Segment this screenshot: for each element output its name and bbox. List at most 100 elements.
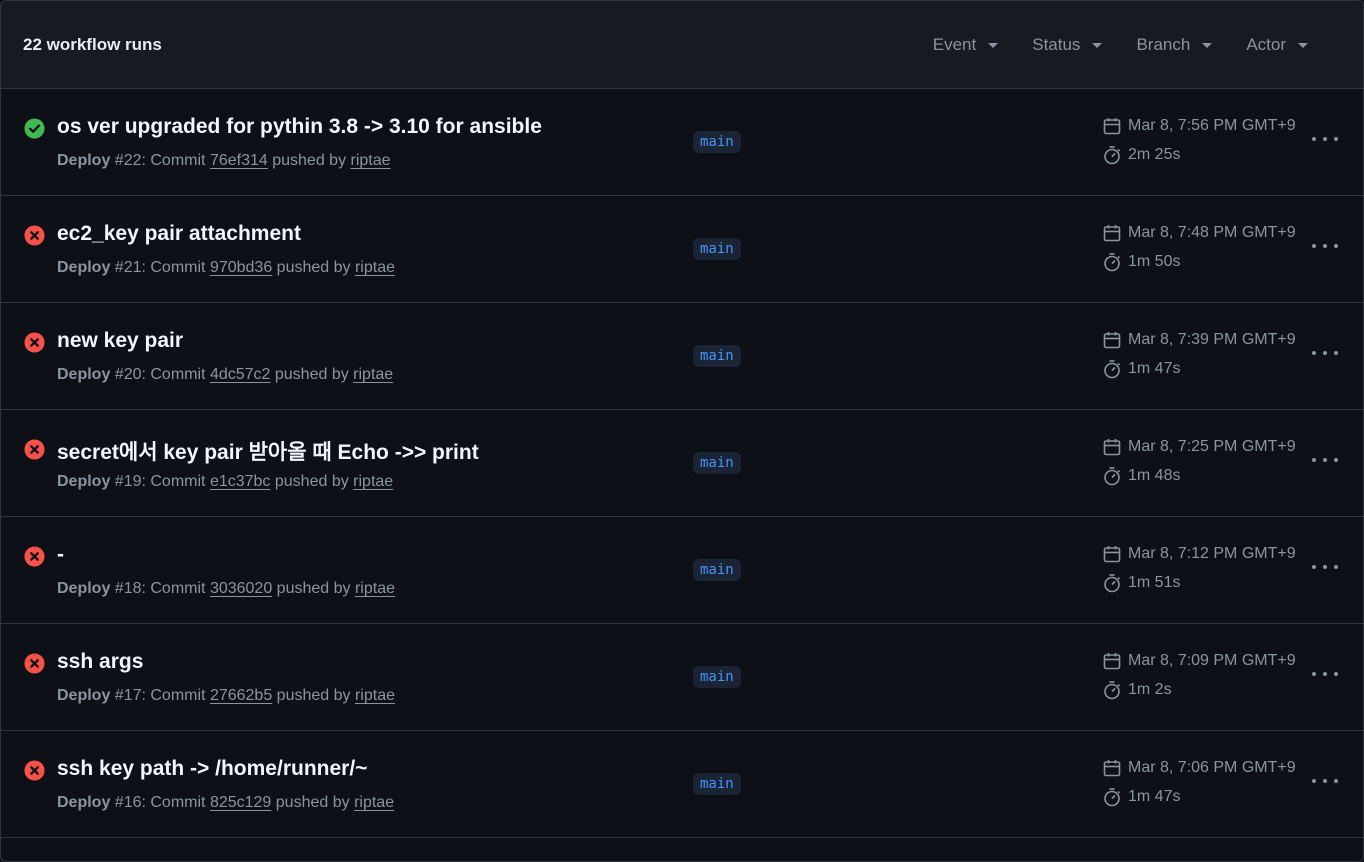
pushed-by-label: pushed by <box>267 152 351 169</box>
more-options-button[interactable] <box>1312 774 1338 788</box>
kebab-dot <box>1323 672 1327 676</box>
actor-link[interactable]: riptae <box>353 366 393 383</box>
filter-branch[interactable]: Branch <box>1119 35 1229 55</box>
run-date-text: Mar 8, 7:56 PM GMT+9 <box>1128 116 1296 134</box>
run-title[interactable]: ec2_key pair attachment <box>57 222 301 246</box>
filter-event[interactable]: Event <box>916 35 1015 55</box>
run-number-label: #20: Commit <box>110 366 210 383</box>
commit-link[interactable]: 76ef314 <box>210 152 268 169</box>
commit-link[interactable]: 970bd36 <box>210 259 272 276</box>
workflow-run-row[interactable]: secret에서 key pair 받아올 때 Echo ->> print D… <box>1 410 1363 517</box>
commit-link[interactable]: 27662b5 <box>210 687 272 704</box>
branch-badge[interactable]: main <box>693 559 741 581</box>
run-number-label: #17: Commit <box>110 687 210 704</box>
run-timing: Mar 8, 7:09 PM GMT+9 1m 2s <box>1102 646 1296 704</box>
run-duration: 1m 48s <box>1102 461 1296 490</box>
run-title[interactable]: - <box>57 543 64 567</box>
workflow-run-row[interactable]: - Deploy #18: Commit 3036020 pushed by r… <box>1 517 1363 624</box>
run-duration: 2m 25s <box>1102 140 1296 169</box>
run-timing: Mar 8, 7:56 PM GMT+9 2m 25s <box>1102 111 1296 169</box>
kebab-dot <box>1312 779 1316 783</box>
kebab-dot <box>1312 244 1316 248</box>
run-title[interactable]: new key pair <box>57 329 183 353</box>
branch-badge[interactable]: main <box>693 238 741 260</box>
actor-link[interactable]: riptae <box>355 259 395 276</box>
x-circle-icon <box>24 653 45 674</box>
actor-link[interactable]: riptae <box>351 152 391 169</box>
run-meta: Deploy #17: Commit 27662b5 pushed by rip… <box>57 687 395 705</box>
more-options-button[interactable] <box>1312 667 1338 681</box>
filter-status[interactable]: Status <box>1015 35 1119 55</box>
filter-event-label: Event <box>932 34 977 54</box>
run-date: Mar 8, 7:09 PM GMT+9 <box>1102 646 1296 675</box>
stopwatch-icon <box>1104 680 1121 699</box>
run-title[interactable]: ssh key path -> /home/runner/~ <box>57 757 367 781</box>
run-timing: Mar 8, 7:39 PM GMT+9 1m 47s <box>1102 325 1296 383</box>
kebab-dot <box>1312 351 1316 355</box>
stopwatch-icon <box>1104 573 1121 592</box>
run-date: Mar 8, 7:06 PM GMT+9 <box>1102 753 1296 782</box>
run-duration: 1m 51s <box>1102 568 1296 597</box>
workflow-run-row[interactable]: ssh args Deploy #17: Commit 27662b5 push… <box>1 624 1363 731</box>
workflow-run-row[interactable]: ssh key path -> /home/runner/~ Deploy #1… <box>1 731 1363 838</box>
run-date-text: Mar 8, 7:39 PM GMT+9 <box>1128 330 1296 348</box>
commit-link[interactable]: 825c129 <box>210 794 271 811</box>
run-duration-text: 1m 50s <box>1128 252 1181 270</box>
kebab-dot <box>1334 244 1338 248</box>
x-circle-icon <box>24 225 45 246</box>
run-title[interactable]: os ver upgraded for pythin 3.8 -> 3.10 f… <box>57 115 542 139</box>
run-duration-text: 1m 2s <box>1128 680 1172 698</box>
branch-badge[interactable]: main <box>693 666 741 688</box>
kebab-dot <box>1334 137 1338 141</box>
run-date: Mar 8, 7:56 PM GMT+9 <box>1102 111 1296 140</box>
commit-link[interactable]: 3036020 <box>210 580 272 597</box>
workflow-run-row[interactable]: os ver upgraded for pythin 3.8 -> 3.10 f… <box>1 89 1363 196</box>
actor-link[interactable]: riptae <box>353 473 393 490</box>
filter-bar: Event Status Branch Actor <box>916 35 1325 55</box>
kebab-dot <box>1323 351 1327 355</box>
kebab-dot <box>1334 458 1338 462</box>
pushed-by-label: pushed by <box>272 259 355 276</box>
more-options-button[interactable] <box>1312 346 1338 360</box>
pushed-by-label: pushed by <box>272 580 355 597</box>
run-date-text: Mar 8, 7:09 PM GMT+9 <box>1128 651 1296 669</box>
more-options-button[interactable] <box>1312 239 1338 253</box>
stopwatch-icon <box>1104 466 1121 485</box>
pushed-by-label: pushed by <box>270 366 354 383</box>
run-title[interactable]: secret에서 key pair 받아올 때 Echo ->> print <box>57 436 479 466</box>
commit-link[interactable]: e1c37bc <box>210 473 271 490</box>
x-circle-icon <box>24 439 45 460</box>
workflow-run-row[interactable]: new key pair Deploy #20: Commit 4dc57c2 … <box>1 303 1363 410</box>
stopwatch-icon <box>1104 252 1121 271</box>
branch-badge[interactable]: main <box>693 452 741 474</box>
run-duration-text: 1m 51s <box>1128 573 1181 591</box>
run-title[interactable]: ssh args <box>57 650 143 674</box>
branch-badge[interactable]: main <box>693 131 741 153</box>
kebab-dot <box>1312 458 1316 462</box>
actor-link[interactable]: riptae <box>355 687 395 704</box>
workflow-run-row[interactable]: ec2_key pair attachment Deploy #21: Comm… <box>1 196 1363 303</box>
actor-link[interactable]: riptae <box>354 794 394 811</box>
x-circle-icon <box>24 332 45 353</box>
run-duration: 1m 47s <box>1102 354 1296 383</box>
x-circle-icon <box>24 760 45 781</box>
more-options-button[interactable] <box>1312 132 1338 146</box>
kebab-dot <box>1312 672 1316 676</box>
actor-link[interactable]: riptae <box>355 580 395 597</box>
branch-badge[interactable]: main <box>693 773 741 795</box>
filter-actor[interactable]: Actor <box>1229 35 1325 55</box>
calendar-icon <box>1103 117 1121 134</box>
filter-status-label: Status <box>1032 34 1081 54</box>
branch-badge[interactable]: main <box>693 345 741 367</box>
run-meta: Deploy #18: Commit 3036020 pushed by rip… <box>57 580 395 598</box>
more-options-button[interactable] <box>1312 453 1338 467</box>
run-date: Mar 8, 7:39 PM GMT+9 <box>1102 325 1296 354</box>
commit-link[interactable]: 4dc57c2 <box>210 366 271 383</box>
more-options-button[interactable] <box>1312 560 1338 574</box>
stopwatch-icon <box>1104 359 1121 378</box>
calendar-icon <box>1103 438 1121 455</box>
workflow-name: Deploy <box>57 152 111 169</box>
x-circle-icon <box>24 546 45 567</box>
run-date-text: Mar 8, 7:25 PM GMT+9 <box>1128 437 1296 455</box>
kebab-dot <box>1323 244 1327 248</box>
